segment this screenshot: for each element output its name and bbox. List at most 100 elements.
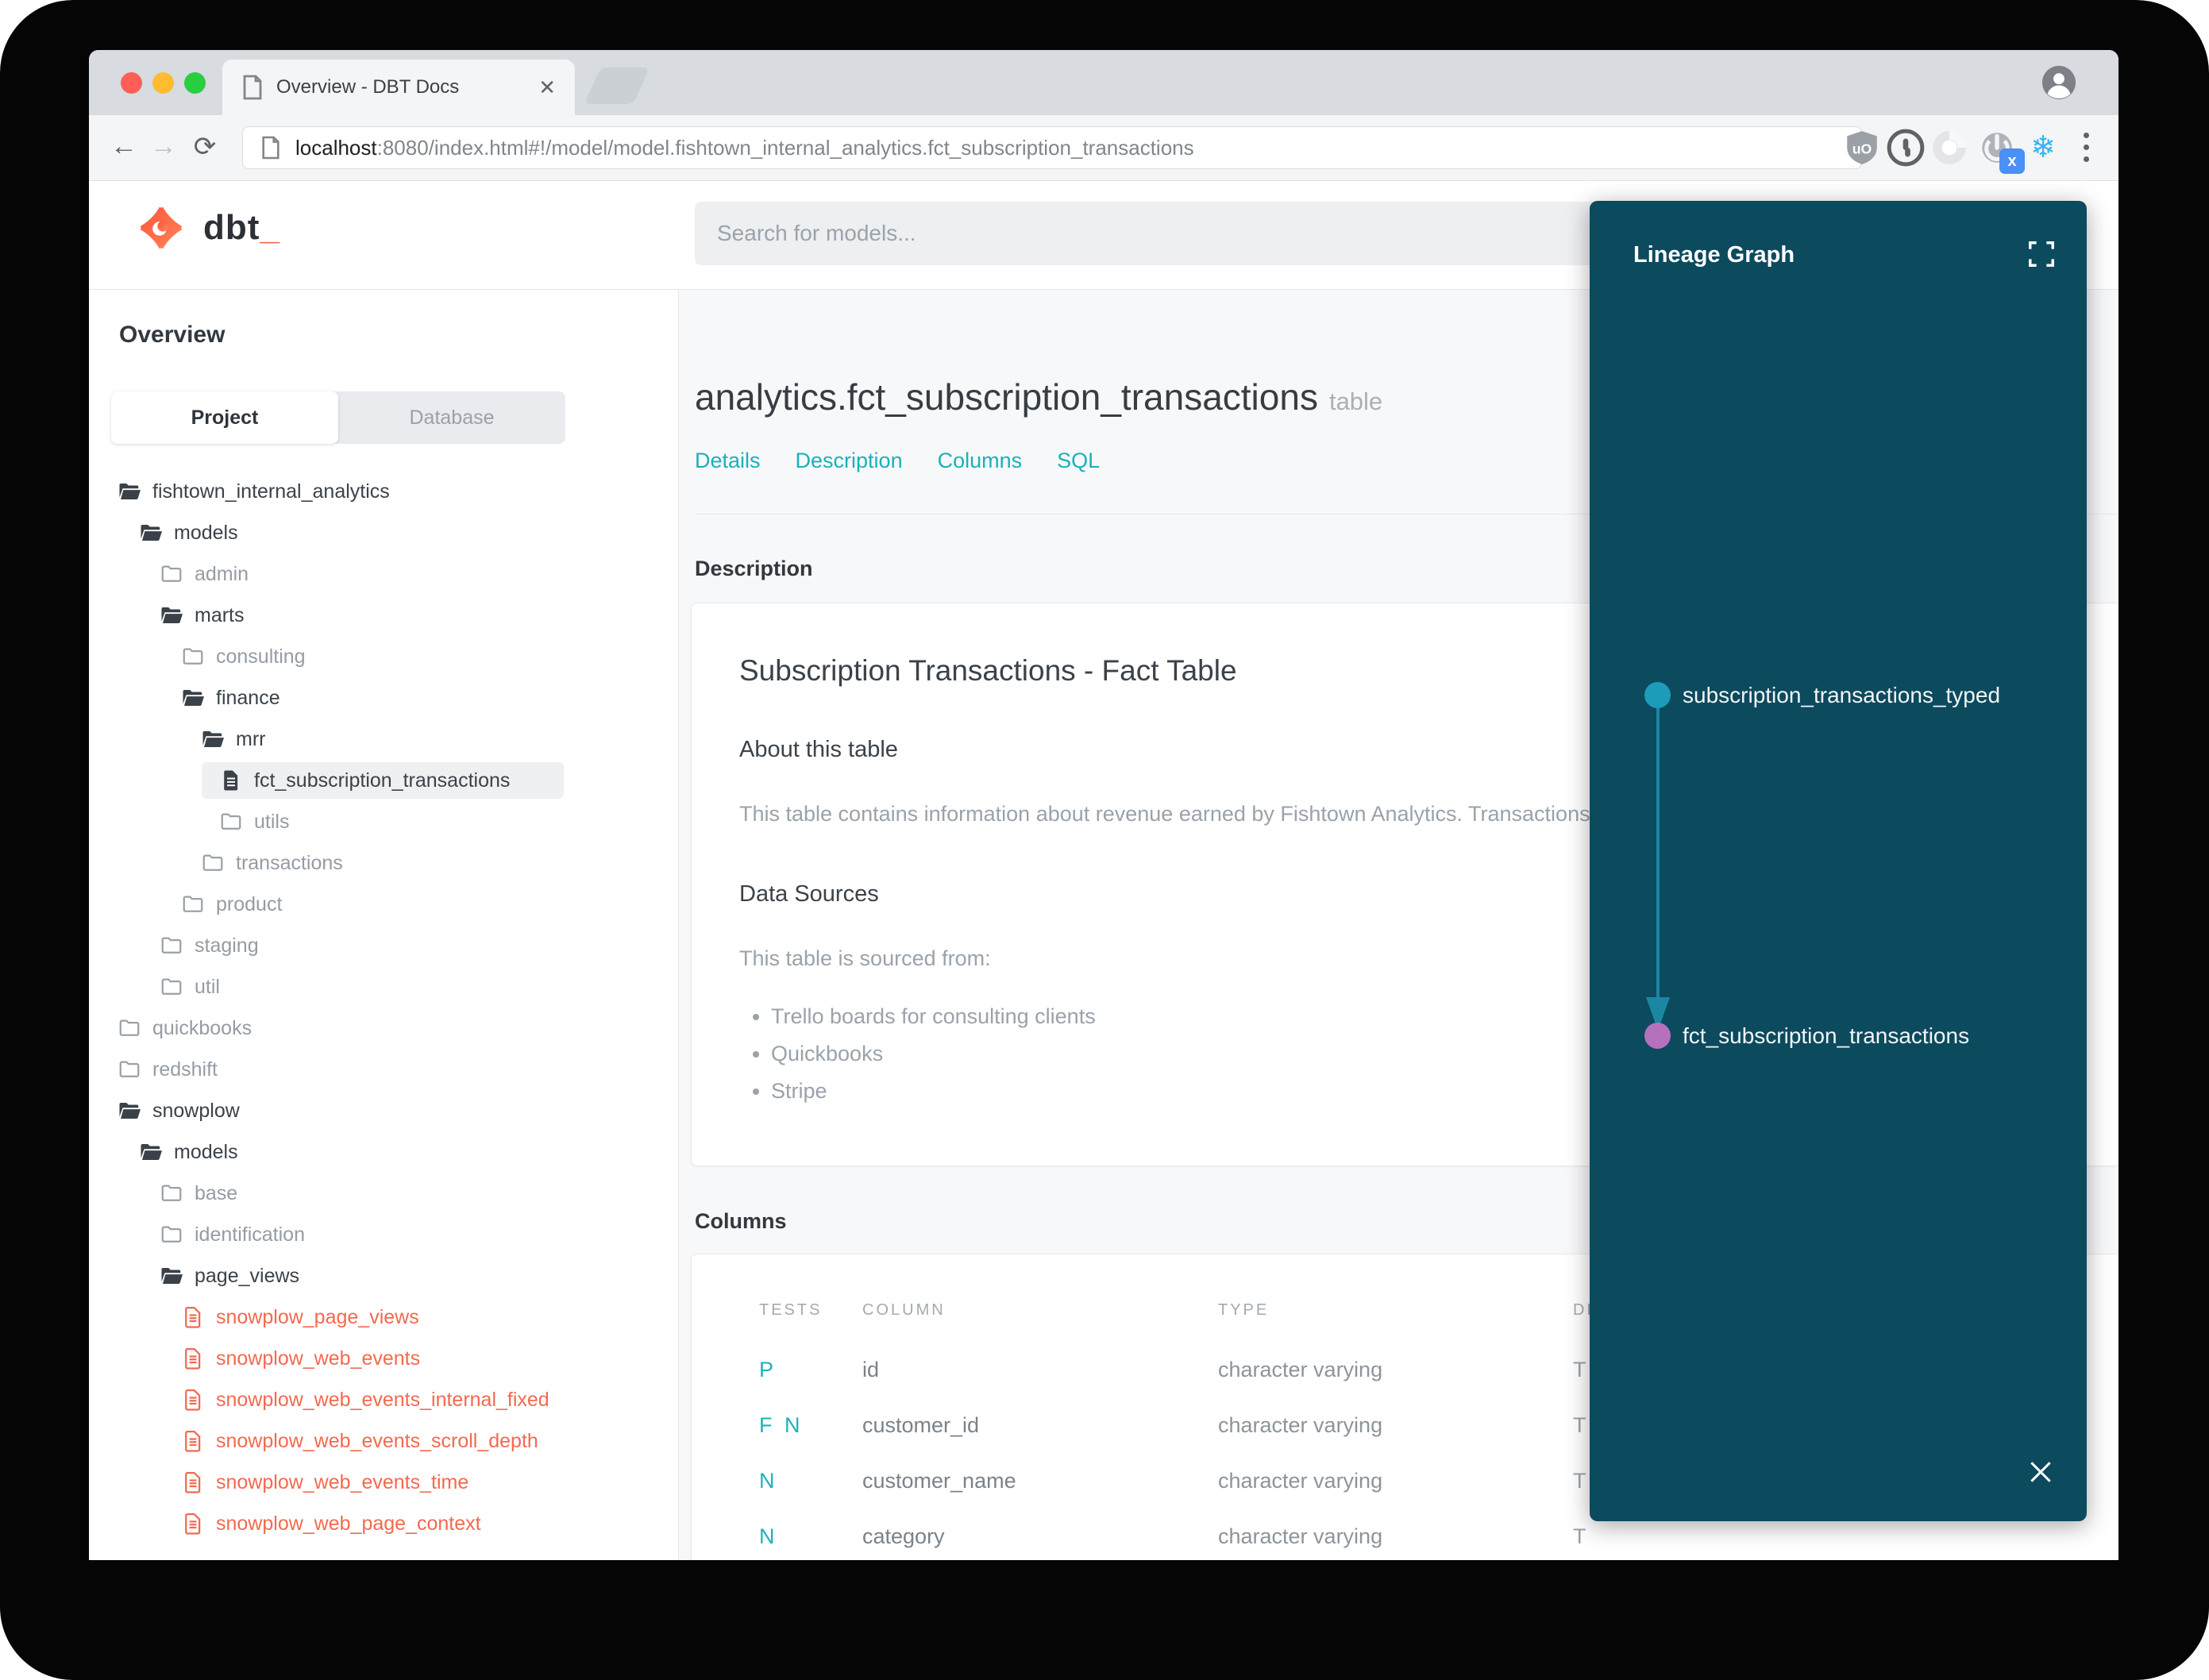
zoom-window-button[interactable]: [184, 72, 206, 94]
chevron-right-icon[interactable]: ›: [2093, 1356, 2118, 1383]
nav-link-description[interactable]: Description: [796, 449, 903, 473]
disabled-extension-icon[interactable]: [1930, 128, 1969, 168]
tree-item-admin[interactable]: admin: [89, 553, 678, 595]
onepassword-extension-icon[interactable]: [1886, 128, 1926, 168]
tree-item-identification[interactable]: identification: [89, 1214, 678, 1255]
tree-item-snowplow-web-events-time[interactable]: snowplow_web_events_time: [89, 1462, 678, 1503]
tests-badge: N: [759, 1524, 778, 1548]
tree-item-fct-subscription-transactions[interactable]: fct_subscription_transactions: [89, 760, 678, 801]
folder-closed-icon: [160, 934, 183, 958]
node-dot: [1644, 1023, 1671, 1049]
folder-open-icon: [139, 521, 163, 545]
file-orange-icon: [181, 1470, 205, 1494]
folder-closed-icon: [160, 1181, 183, 1205]
new-tab-button[interactable]: [584, 67, 650, 104]
folder-closed-icon: [181, 892, 205, 916]
column-type: character varying: [1218, 1357, 1383, 1381]
tree-item-snowplow-models[interactable]: models: [89, 1131, 678, 1173]
page-favicon: [241, 75, 264, 100]
snowflake-extension-icon[interactable]: ❄: [2023, 128, 2063, 168]
url-bar[interactable]: localhost:8080/index.html#!/model/model.…: [242, 126, 1862, 169]
node-dot: [1644, 682, 1671, 708]
expand-fullscreen-icon[interactable]: [2026, 239, 2057, 269]
tree-item-transactions[interactable]: transactions: [89, 842, 678, 884]
section-label-description: Description: [695, 557, 813, 580]
tree-item-redshift[interactable]: redshift: [89, 1049, 678, 1090]
column-description: T: [1573, 1524, 1586, 1548]
chevron-right-icon[interactable]: ›: [2093, 1523, 2118, 1550]
close-icon[interactable]: [2025, 1456, 2057, 1488]
tree-item-marts[interactable]: marts: [89, 595, 678, 636]
ublock-extension-icon[interactable]: uO: [1842, 128, 1882, 168]
nav-link-sql[interactable]: SQL: [1057, 449, 1100, 473]
lineage-edge-arrow: [1646, 701, 1670, 1031]
tree-item-models[interactable]: models: [89, 512, 678, 553]
file-orange-icon: [181, 1388, 205, 1412]
sidebar: Overview Project Database fishtown_inter…: [89, 290, 679, 1560]
tree-item-utils[interactable]: utils: [89, 801, 678, 842]
page-security-icon[interactable]: [260, 136, 281, 160]
folder-open-icon: [181, 686, 205, 710]
dbt-logo-icon: [137, 203, 186, 252]
nav-link-columns[interactable]: Columns: [938, 449, 1023, 473]
file-orange-icon: [181, 1512, 205, 1536]
file-orange-icon: [181, 1305, 205, 1329]
file-icon: [219, 769, 243, 792]
tree-item-snowplow[interactable]: snowplow: [89, 1090, 678, 1131]
tree-item-snowplow-web-events-scroll-depth[interactable]: snowplow_web_events_scroll_depth: [89, 1420, 678, 1462]
chevron-right-icon[interactable]: ›: [2093, 1412, 2118, 1439]
tab-project[interactable]: Project: [111, 391, 338, 444]
folder-closed-icon: [118, 1016, 141, 1040]
minimize-window-button[interactable]: [152, 72, 174, 94]
tab-database[interactable]: Database: [338, 391, 565, 444]
tree-item-util[interactable]: util: [89, 966, 678, 1008]
lineage-graph-title: Lineage Graph: [1633, 242, 1795, 268]
tests-badge: P: [759, 1357, 777, 1381]
lineage-node-subscription-transactions-typed[interactable]: subscription_transactions_typed: [1644, 682, 2000, 708]
sidebar-tab-group: Project Database: [111, 391, 565, 444]
tests-badge: N: [759, 1468, 778, 1493]
tree-item-quickbooks[interactable]: quickbooks: [89, 1008, 678, 1049]
tree-item-product[interactable]: product: [89, 884, 678, 925]
folder-open-icon: [139, 1140, 163, 1164]
folder-open-icon: [118, 480, 141, 503]
browser-window: Overview - DBT Docs ✕ ← → ⟳ localhost:80…: [89, 50, 2118, 1560]
search-placeholder: Search for models...: [717, 221, 916, 245]
column-name: category: [862, 1524, 945, 1548]
tree-item-base[interactable]: base: [89, 1173, 678, 1214]
profile-avatar-icon[interactable]: [2041, 64, 2077, 101]
tree-item-snowplow-web-events[interactable]: snowplow_web_events: [89, 1338, 678, 1379]
lineage-node-fct-subscription-transactions[interactable]: fct_subscription_transactions: [1644, 1023, 1969, 1049]
forward-button[interactable]: →: [146, 131, 181, 162]
tree-item-page-views[interactable]: page_views: [89, 1255, 678, 1297]
chevron-right-icon[interactable]: ›: [2093, 1467, 2118, 1494]
browser-menu-icon[interactable]: [2066, 128, 2106, 168]
column-name: id: [862, 1357, 880, 1381]
back-button[interactable]: ←: [106, 131, 141, 162]
folder-closed-icon: [201, 851, 225, 875]
folder-closed-icon: [160, 562, 183, 586]
col-header-type: TYPE: [1218, 1300, 1270, 1319]
reload-button[interactable]: ⟳: [187, 131, 222, 163]
dbt-logo[interactable]: dbt_: [135, 202, 280, 254]
file-orange-icon: [181, 1347, 205, 1370]
tree-item-snowplow-web-page-context[interactable]: snowplow_web_page_context: [89, 1503, 678, 1544]
tree-item-consulting[interactable]: consulting: [89, 636, 678, 677]
close-window-button[interactable]: [121, 72, 142, 94]
url-host: localhost: [295, 135, 377, 160]
tree-item-finance[interactable]: finance: [89, 677, 678, 719]
folder-open-icon: [160, 603, 183, 627]
power-extension-icon[interactable]: x: [1977, 128, 2025, 174]
tree-item-fishtown-internal-analytics[interactable]: fishtown_internal_analytics: [89, 471, 678, 512]
browser-tab[interactable]: Overview - DBT Docs ✕: [222, 60, 575, 115]
tree-item-staging[interactable]: staging: [89, 925, 678, 966]
folder-open-icon: [201, 727, 225, 751]
tree-item-snowplow-web-events-internal-fixed[interactable]: snowplow_web_events_internal_fixed: [89, 1379, 678, 1420]
nav-link-details[interactable]: Details: [695, 449, 761, 473]
tab-close-icon[interactable]: ✕: [538, 75, 556, 100]
tree-item-mrr[interactable]: mrr: [89, 719, 678, 760]
sidebar-title: Overview: [119, 322, 226, 348]
tree-item-snowplow-page-views[interactable]: snowplow_page_views: [89, 1297, 678, 1338]
column-name: customer_name: [862, 1468, 1016, 1493]
page-title: analytics.fct_subscription_transactions t…: [695, 376, 1383, 418]
